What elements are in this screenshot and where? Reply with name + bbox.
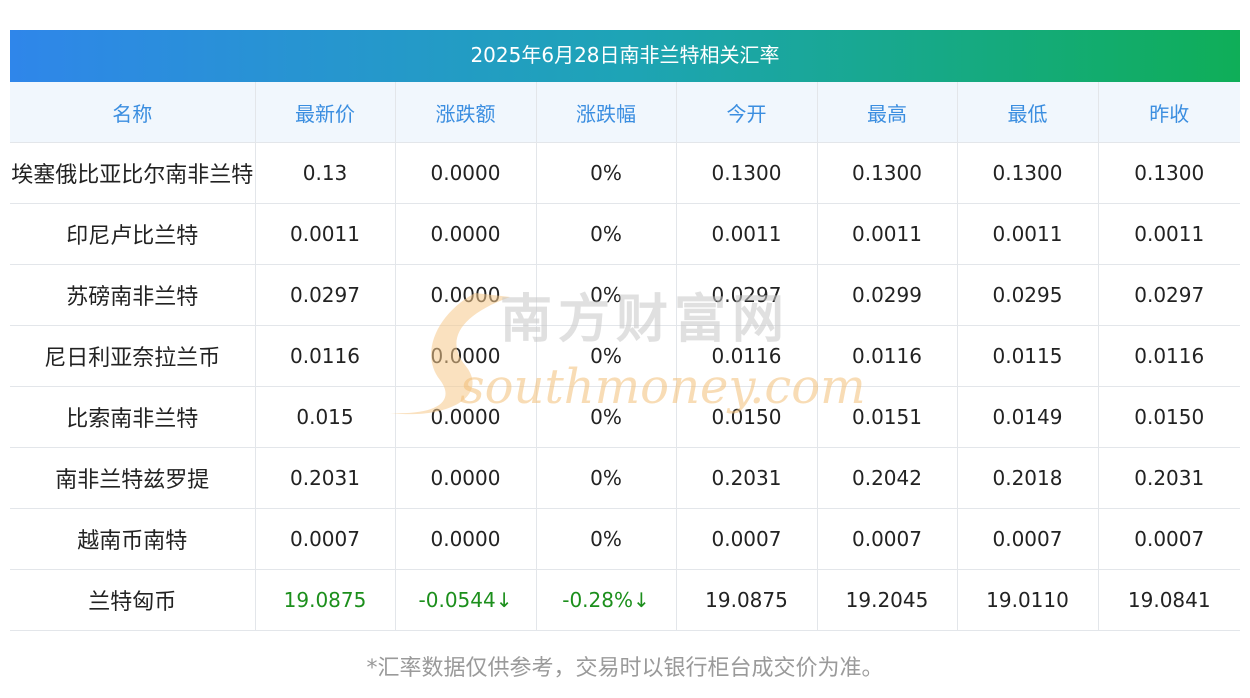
high-price: 19.2045 [817,569,958,631]
high-price: 0.0011 [817,203,958,265]
low-price: 0.0115 [957,325,1099,387]
table-row: 南非兰特兹罗提 0.2031 0.0000 0% 0.2031 0.2042 0… [10,447,1240,509]
change-amount: 0.0000 [395,142,537,204]
col-header-open: 今开 [676,82,818,143]
low-price: 0.1300 [957,142,1099,204]
change-percent: 0% [536,264,677,326]
latest-price: 0.0011 [255,203,396,265]
open-price: 0.1300 [676,142,818,204]
change-percent: 0% [536,447,677,509]
latest-price: 0.0116 [255,325,396,387]
open-price: 0.0150 [676,386,818,448]
change-amount: 0.0000 [395,264,537,326]
change-amount: 0.0000 [395,203,537,265]
change-amount: 0.0000 [395,386,537,448]
currency-name: 兰特匈币 [10,569,256,631]
prev-close: 0.0007 [1098,508,1240,570]
open-price: 0.2031 [676,447,818,509]
col-header-change: 涨跌额 [395,82,537,143]
table-row: 印尼卢比兰特 0.0011 0.0000 0% 0.0011 0.0011 0.… [10,203,1240,265]
high-price: 0.0151 [817,386,958,448]
change-percent: -0.28%↓ [536,569,677,631]
col-header-name: 名称 [10,82,256,143]
currency-name: 埃塞俄比亚比尔南非兰特 [10,142,256,204]
col-header-prev-close: 昨收 [1098,82,1240,143]
currency-name: 尼日利亚奈拉兰币 [10,325,256,387]
change-amount: 0.0000 [395,447,537,509]
prev-close: 19.0841 [1098,569,1240,631]
high-price: 0.0007 [817,508,958,570]
low-price: 0.2018 [957,447,1099,509]
change-percent: 0% [536,325,677,387]
prev-close: 0.0116 [1098,325,1240,387]
table-row: 埃塞俄比亚比尔南非兰特 0.13 0.0000 0% 0.1300 0.1300… [10,142,1240,204]
latest-price: 19.0875 [255,569,396,631]
high-price: 0.2042 [817,447,958,509]
open-price: 0.0297 [676,264,818,326]
change-percent: 0% [536,386,677,448]
high-price: 0.0116 [817,325,958,387]
low-price: 19.0110 [957,569,1099,631]
currency-name: 苏磅南非兰特 [10,264,256,326]
prev-close: 0.0150 [1098,386,1240,448]
rate-table-panel: 2025年6月28日南非兰特相关汇率 名称 最新价 涨跌额 涨跌幅 今开 最高 … [10,30,1240,631]
col-header-change-pct: 涨跌幅 [536,82,677,143]
footnote: *汇率数据仅供参考，交易时以银行柜台成交价为准。 [366,656,884,681]
col-header-low: 最低 [957,82,1099,143]
latest-price: 0.2031 [255,447,396,509]
prev-close: 0.2031 [1098,447,1240,509]
table-row: 苏磅南非兰特 0.0297 0.0000 0% 0.0297 0.0299 0.… [10,264,1240,326]
prev-close: 0.1300 [1098,142,1240,204]
open-price: 19.0875 [676,569,818,631]
currency-name: 比索南非兰特 [10,386,256,448]
prev-close: 0.0297 [1098,264,1240,326]
open-price: 0.0007 [676,508,818,570]
currency-name: 南非兰特兹罗提 [10,447,256,509]
table-row: 尼日利亚奈拉兰币 0.0116 0.0000 0% 0.0116 0.0116 … [10,325,1240,387]
col-header-latest: 最新价 [255,82,396,143]
latest-price: 0.015 [255,386,396,448]
table-row: 越南币南特 0.0007 0.0000 0% 0.0007 0.0007 0.0… [10,508,1240,570]
latest-price: 0.0297 [255,264,396,326]
low-price: 0.0295 [957,264,1099,326]
table-row: 兰特匈币 19.0875 -0.0544↓ -0.28%↓ 19.0875 19… [10,569,1240,631]
high-price: 0.1300 [817,142,958,204]
change-percent: 0% [536,508,677,570]
table-title: 2025年6月28日南非兰特相关汇率 [10,30,1240,82]
currency-name: 越南币南特 [10,508,256,570]
low-price: 0.0011 [957,203,1099,265]
low-price: 0.0007 [957,508,1099,570]
open-price: 0.0011 [676,203,818,265]
change-percent: 0% [536,142,677,204]
change-amount: 0.0000 [395,325,537,387]
high-price: 0.0299 [817,264,958,326]
latest-price: 0.13 [255,142,396,204]
rate-table: 名称 最新价 涨跌额 涨跌幅 今开 最高 最低 昨收 埃塞俄比亚比尔南非兰特 0… [10,82,1240,631]
currency-name: 印尼卢比兰特 [10,203,256,265]
col-header-high: 最高 [817,82,958,143]
change-amount: -0.0544↓ [395,569,537,631]
change-percent: 0% [536,203,677,265]
table-row: 比索南非兰特 0.015 0.0000 0% 0.0150 0.0151 0.0… [10,386,1240,448]
open-price: 0.0116 [676,325,818,387]
header-row: 名称 最新价 涨跌额 涨跌幅 今开 最高 最低 昨收 [10,82,1240,143]
prev-close: 0.0011 [1098,203,1240,265]
latest-price: 0.0007 [255,508,396,570]
change-amount: 0.0000 [395,508,537,570]
low-price: 0.0149 [957,386,1099,448]
